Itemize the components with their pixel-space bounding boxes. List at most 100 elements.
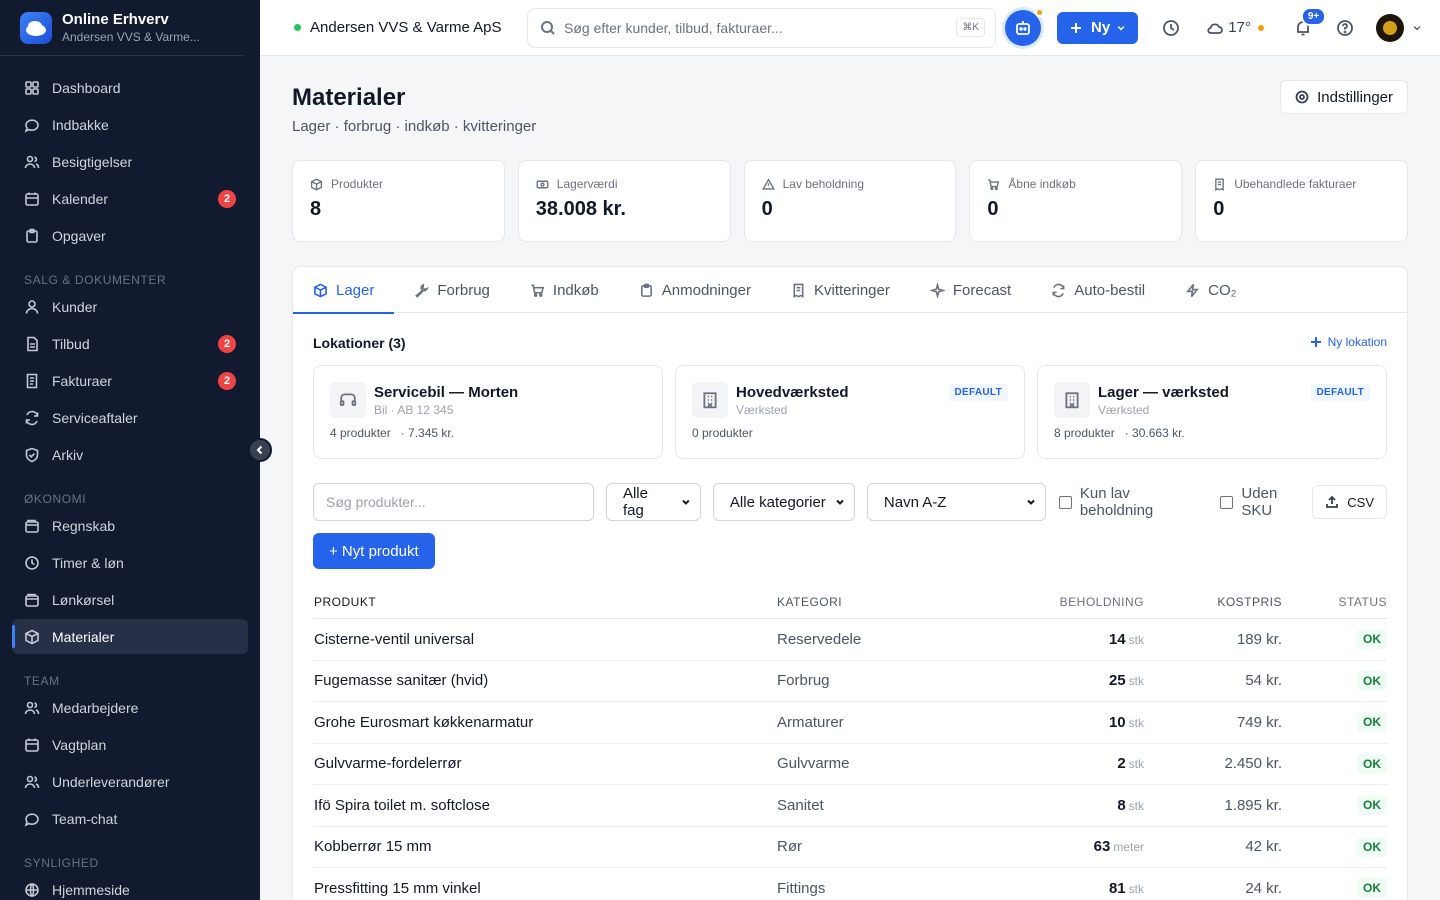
table-row[interactable]: Kobberrør 15 mm Rør 63 meter 42 kr. OK xyxy=(313,827,1387,868)
table-row[interactable]: Fugemasse sanitær (hvid) Forbrug 25 stk 54 k… xyxy=(313,661,1387,702)
location-card[interactable]: Servicebil — Morten Bil · AB 12 345 4 prod… xyxy=(313,365,663,459)
weather-widget[interactable]: 17° xyxy=(1206,19,1264,37)
stat-label: Lav beholdning xyxy=(782,177,864,191)
building-icon xyxy=(1065,392,1079,409)
tab-auto-bestil[interactable]: Auto-bestil xyxy=(1031,267,1165,313)
brand-title: Online Erhverv xyxy=(62,10,169,28)
cell-stock: 8 stk xyxy=(977,797,1144,814)
location-card[interactable]: Hovedværksted Værksted DEFAULT 0 produkter xyxy=(675,365,1025,459)
stock-unit: stk xyxy=(1128,798,1144,813)
help-button[interactable] xyxy=(1336,19,1354,37)
category-select[interactable]: Alle kategorier xyxy=(712,483,855,521)
table-row[interactable]: Gulvvarme-fordelerrør Gulvvarme 2 stk 2.450 … xyxy=(313,744,1387,785)
sidebar-item-besigtigelser[interactable]: Besigtigelser xyxy=(12,144,248,179)
account-menu-button[interactable] xyxy=(1412,23,1422,33)
sidebar-item-timer-løn[interactable]: Timer & løn xyxy=(12,545,248,580)
avatar[interactable] xyxy=(1375,13,1404,42)
plus-icon xyxy=(1310,337,1321,347)
stat-label: Lagerværdi xyxy=(556,177,618,191)
sort-select[interactable]: Navn A-Z xyxy=(866,483,1046,521)
company-selector[interactable]: Andersen VVS & Varme ApS xyxy=(294,19,527,36)
sidebar-item-team-chat[interactable]: Team-chat xyxy=(12,801,248,836)
collapse-sidebar-button[interactable] xyxy=(248,438,272,462)
cloud-icon xyxy=(1207,22,1224,34)
sidebar-item-lønkørsel[interactable]: Lønkørsel xyxy=(12,582,248,617)
sidebar-item-vagtplan[interactable]: Vagtplan xyxy=(12,727,248,762)
user-icon-wrap xyxy=(24,299,40,315)
no-sku-checkbox[interactable]: Uden SKU xyxy=(1220,485,1312,519)
tab-forecast[interactable]: Forecast xyxy=(910,267,1031,313)
sidebar-item-label: Kalender xyxy=(52,190,109,207)
tab-label: Indkøb xyxy=(552,281,599,299)
stock-qty: 81 xyxy=(1108,879,1126,897)
stock-qty: 25 xyxy=(1108,672,1126,690)
header-product[interactable]: PRODUKT xyxy=(313,595,777,609)
header-category[interactable]: KATEGORI xyxy=(777,595,977,609)
tab-lager[interactable]: Lager xyxy=(293,267,395,314)
table-body: Cisterne-ventil universal Reservedele 14st… xyxy=(313,619,1387,900)
sidebar-item-underleverandører[interactable]: Underleverandører xyxy=(12,764,248,799)
stock-qty: 14 xyxy=(1108,630,1126,648)
add-location-button[interactable]: Ny lokation xyxy=(1310,335,1387,349)
invoice-icon xyxy=(26,373,38,388)
history-button[interactable] xyxy=(1162,19,1180,37)
tab-indkøb[interactable]: Indkøb xyxy=(510,267,619,313)
sidebar-item-opgaver[interactable]: Opgaver xyxy=(12,218,248,253)
tab-kvitteringer[interactable]: Kvitteringer xyxy=(771,267,910,313)
gear-icon xyxy=(1295,90,1309,104)
calendar-icon xyxy=(25,738,39,752)
sidebar-item-materialer[interactable]: Materialer xyxy=(12,619,248,654)
tab-anmodninger[interactable]: Anmodninger xyxy=(619,267,771,313)
table-row[interactable]: Cisterne-ventil universal Reservedele 14st… xyxy=(313,619,1387,661)
location-card[interactable]: Lager — værksted Værksted DEFAULT 8 produkt… xyxy=(1037,365,1387,459)
sidebar-item-indbakke[interactable]: Indbakke xyxy=(12,107,248,142)
table-row[interactable]: Ifö Spira toilet m. softclose Sanitet 8 stk… xyxy=(313,785,1387,827)
sidebar-item-hjemmeside[interactable]: Hjemmeside xyxy=(12,872,248,900)
low-stock-checkbox[interactable]: Kun lav beholdning xyxy=(1058,485,1208,519)
brand[interactable]: Online Erhverv Andersen VVS & Varme... xyxy=(0,0,244,56)
notifications-button[interactable]: 9+ xyxy=(1294,6,1327,37)
sidebar-item-fakturaer[interactable]: Fakturaer 2 xyxy=(12,363,248,398)
header-cost[interactable]: KOSTPRIS xyxy=(1144,595,1282,609)
new-button[interactable]: Ny xyxy=(1057,11,1139,44)
stock-qty: 8 xyxy=(1117,796,1126,814)
sidebar-item-label: Underleverandører xyxy=(52,773,170,790)
sidebar-item-medarbejdere[interactable]: Medarbejdere xyxy=(12,690,248,725)
stat-value: 0 xyxy=(987,198,999,220)
stat-card: Lav beholdning 0 xyxy=(743,160,957,242)
avatar-image xyxy=(1382,20,1397,35)
default-badge: DEFAULT xyxy=(948,384,1008,401)
stock-unit: stk xyxy=(1128,757,1144,772)
main-content: Materialer Lager · forbrug · indkøb · kv… xyxy=(260,56,1440,900)
add-location-label: Ny lokation xyxy=(1327,335,1387,349)
new-product-button[interactable]: + Nyt produkt xyxy=(313,533,435,569)
sidebar-item-label: Lønkørsel xyxy=(52,591,115,608)
search-input[interactable]: Søg efter kunder, tilbud, fakturaer... xyxy=(564,20,956,36)
sidebar-item-label: Team-chat xyxy=(52,810,118,827)
sidebar-item-serviceaftaler[interactable]: Serviceaftaler xyxy=(12,400,248,435)
calendar-icon-wrap xyxy=(24,191,40,207)
sidebar-item-kunder[interactable]: Kunder xyxy=(12,289,248,324)
truck-icon xyxy=(339,393,357,406)
settings-button[interactable]: Indstillinger xyxy=(1280,80,1408,114)
notification-badge: 9+ xyxy=(1300,6,1327,26)
csv-export-button[interactable]: CSV xyxy=(1312,485,1387,519)
table-row[interactable]: Grohe Eurosmart køkkenarmatur Armaturer 10… xyxy=(313,702,1387,744)
users-icon-wrap xyxy=(24,774,40,790)
sidebar-item-kalender[interactable]: Kalender 2 xyxy=(12,181,248,216)
tab-co-[interactable]: CO₂ xyxy=(1165,267,1256,313)
sidebar-item-tilbud[interactable]: Tilbud 2 xyxy=(12,326,248,361)
tab-forbrug[interactable]: Forbrug xyxy=(394,267,510,313)
fag-select[interactable]: Alle fag xyxy=(605,483,701,521)
sidebar-item-regnskab[interactable]: Regnskab xyxy=(12,508,248,543)
header-stock[interactable]: BEHOLDNING xyxy=(977,595,1144,609)
sidebar-item-dashboard[interactable]: Dashboard xyxy=(12,70,248,105)
header-status[interactable]: STATUS xyxy=(1282,595,1387,609)
nav-count-badge: 2 xyxy=(218,334,236,353)
product-search-input[interactable]: Søg produkter... xyxy=(313,483,594,521)
location-meta: 8 produkter · 30.663 kr. xyxy=(1054,426,1370,440)
ai-assistant-button[interactable] xyxy=(1005,7,1044,46)
global-search[interactable]: Søg efter kunder, tilbud, fakturaer... ⌘… xyxy=(527,7,996,48)
sidebar-item-arkiv[interactable]: Arkiv xyxy=(12,437,248,472)
table-row[interactable]: Pressfitting 15 mm vinkel Fittings 81 stk 24… xyxy=(313,868,1387,900)
